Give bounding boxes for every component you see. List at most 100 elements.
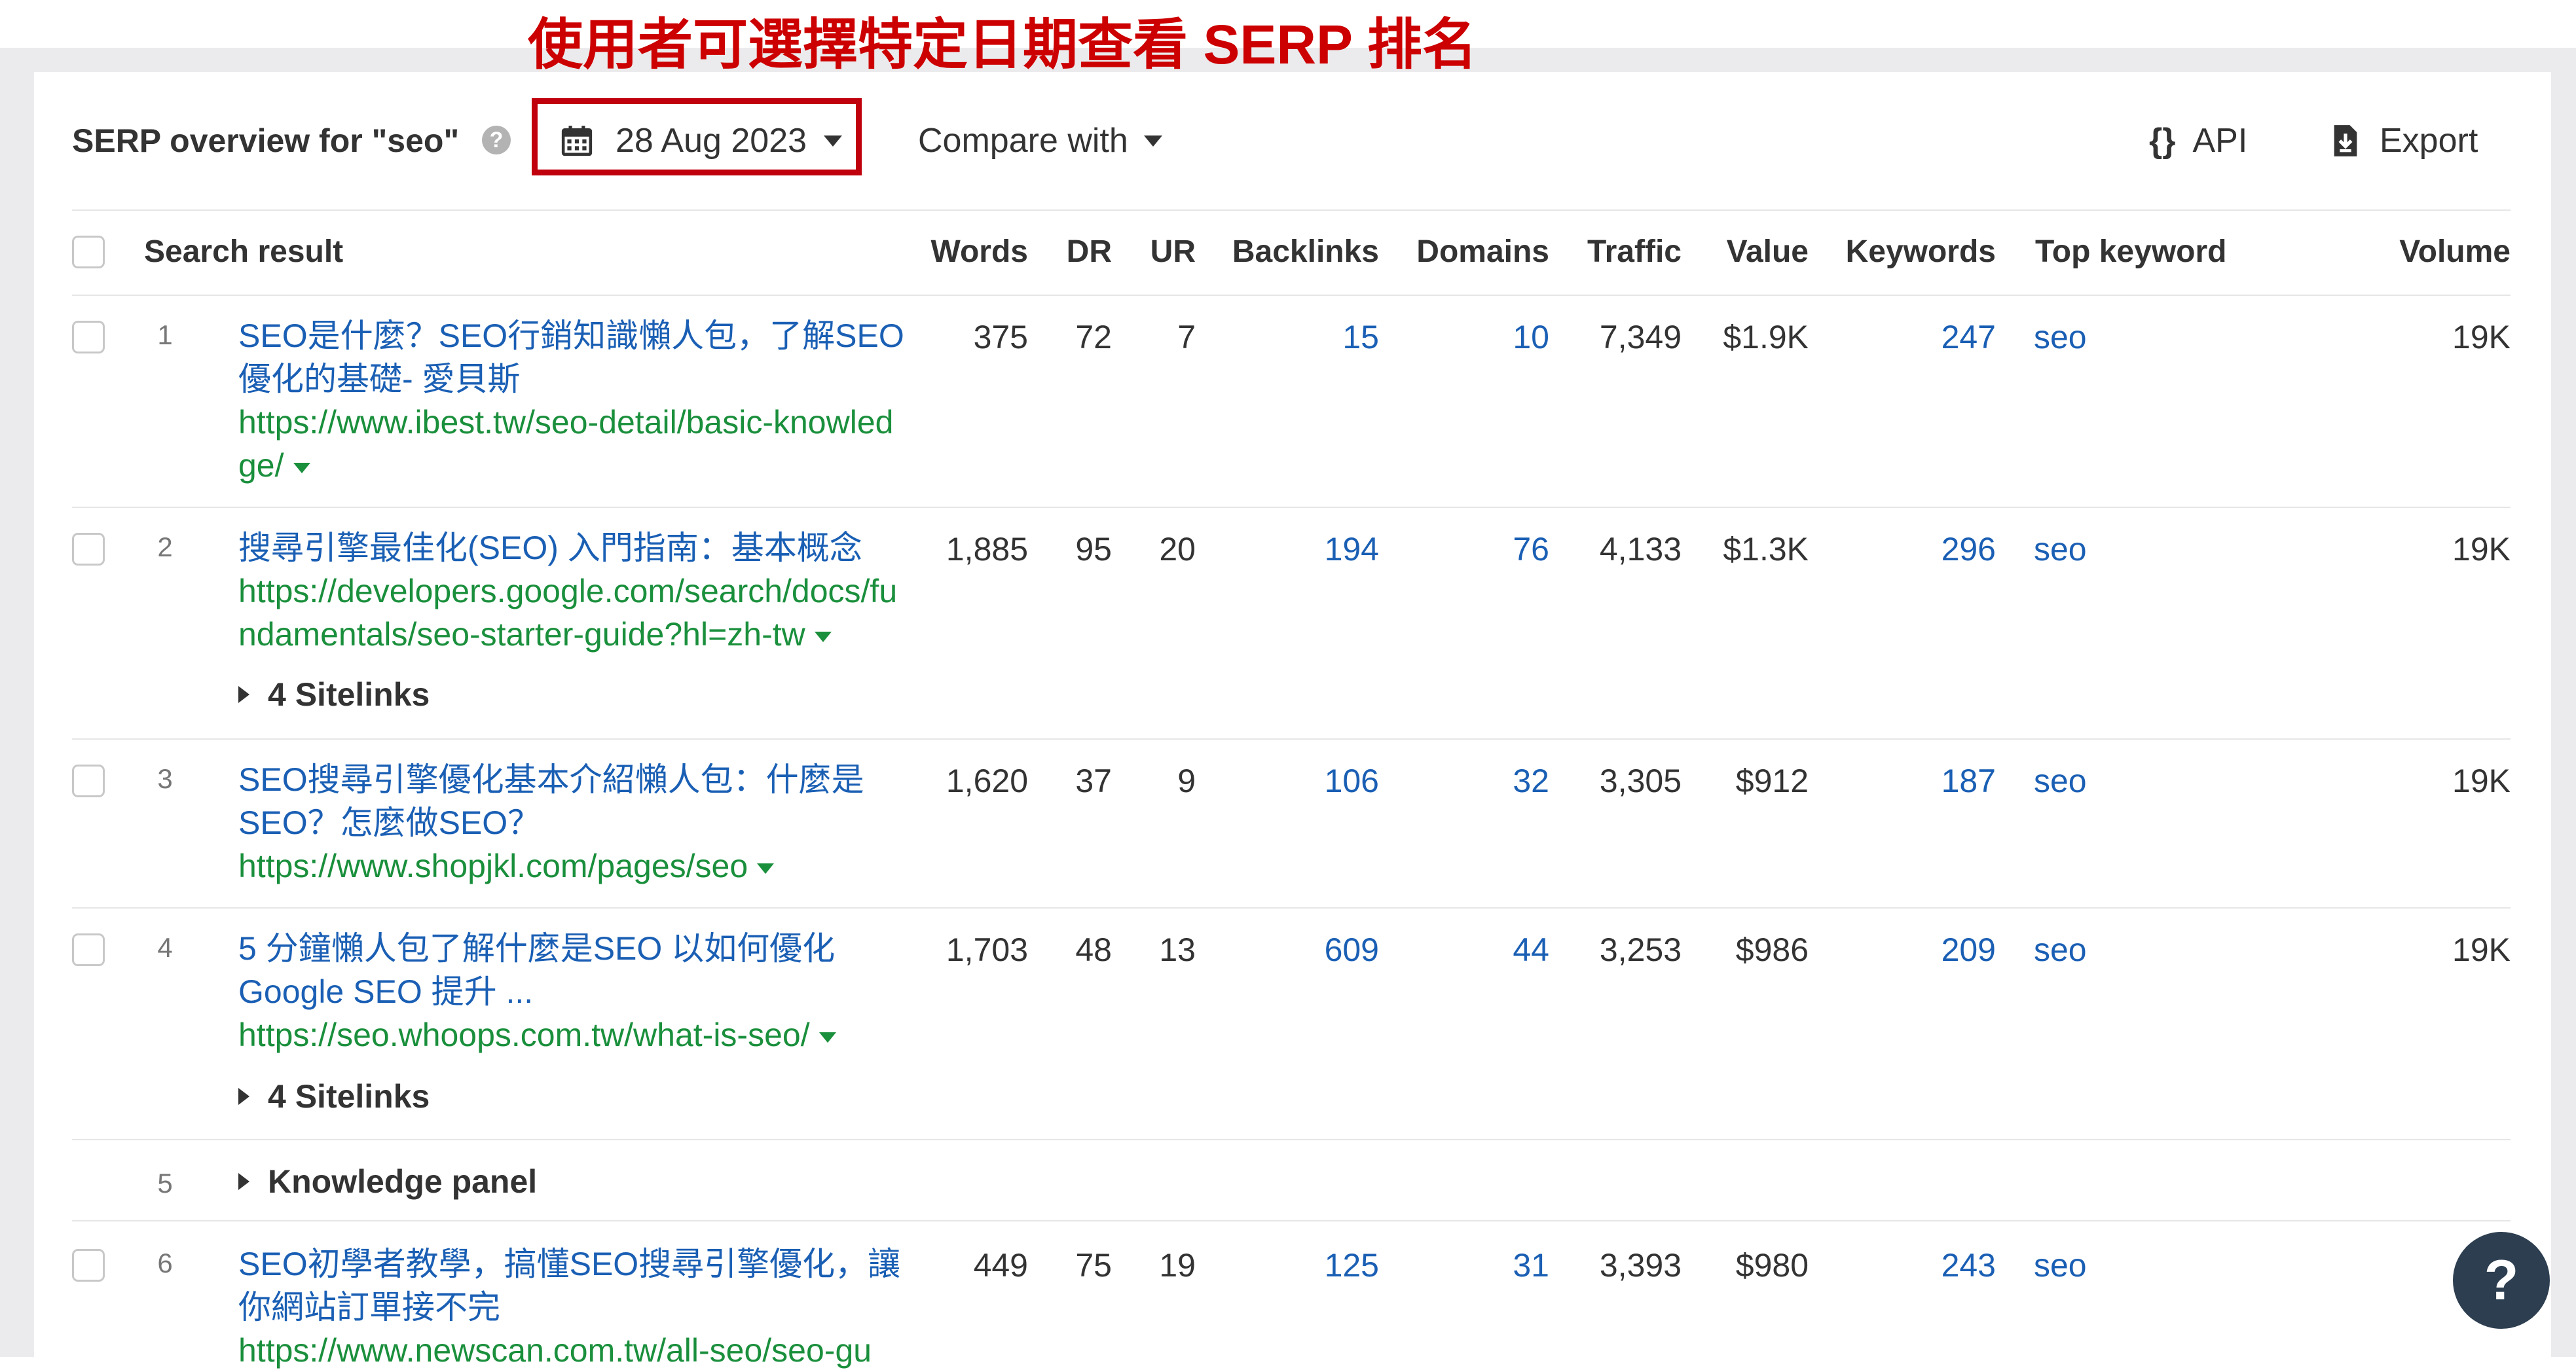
- top-keyword-link[interactable]: seo: [2034, 762, 2087, 800]
- domains-link[interactable]: 10: [1513, 318, 1549, 356]
- url-text: https://seo.whoops.com.tw/what-is-seo/: [238, 1017, 810, 1053]
- result-url-link[interactable]: https://seo.whoops.com.tw/what-is-seo/: [238, 1013, 906, 1056]
- rank-number: 2: [157, 532, 173, 562]
- divider: [72, 507, 2511, 508]
- ur-value: 13: [1159, 931, 1196, 968]
- export-button[interactable]: Export: [2331, 118, 2478, 164]
- annotation-caption: 使用者可選擇特定日期查看 SERP 排名: [528, 14, 1477, 75]
- words-value: 375: [973, 319, 1028, 355]
- row-checkbox[interactable]: [72, 1249, 105, 1282]
- result-url-link[interactable]: https://www.newscan.com.tw/all-seo/seo-g…: [238, 1329, 906, 1372]
- knowledge-panel-label: Knowledge panel: [268, 1163, 538, 1200]
- calendar-icon: [561, 126, 593, 156]
- keywords-link[interactable]: 247: [1941, 318, 1996, 356]
- triangle-right-icon: [238, 1173, 249, 1190]
- sitelinks-toggle[interactable]: 4 Sitelinks: [238, 676, 430, 713]
- top-keyword-link[interactable]: seo: [2034, 530, 2087, 568]
- column-header-keywords[interactable]: Keywords: [1846, 229, 1996, 275]
- help-chat-button[interactable]: ?: [2453, 1232, 2550, 1329]
- row-checkbox[interactable]: [72, 533, 105, 566]
- column-header-value[interactable]: Value: [1727, 229, 1809, 275]
- words-value: 1,703: [946, 931, 1028, 968]
- api-button[interactable]: {} API: [2149, 118, 2247, 164]
- top-keyword-link[interactable]: seo: [2034, 318, 2087, 356]
- top-keyword-link[interactable]: seo: [2034, 1246, 2087, 1284]
- column-header-volume[interactable]: Volume: [2399, 229, 2511, 275]
- page-title: SERP overview for "seo": [72, 122, 460, 159]
- column-header-words[interactable]: Words: [931, 229, 1028, 275]
- row-checkbox[interactable]: [72, 765, 105, 797]
- result-title-link[interactable]: 5 分鐘懶人包了解什麼是SEO 以如何優化Google SEO 提升 ...: [238, 927, 906, 1013]
- divider: [72, 1220, 2511, 1221]
- words-value: 1,885: [946, 531, 1028, 568]
- rank-number: 6: [157, 1248, 173, 1278]
- result-title-link[interactable]: SEO搜尋引擎優化基本介紹懶人包：什麼是SEO？怎麼做SEO？: [238, 758, 906, 844]
- date-picker[interactable]: 28 Aug 2023: [561, 118, 843, 164]
- value-amount: $980: [1735, 1247, 1809, 1284]
- result-url-link[interactable]: https://www.ibest.tw/seo-detail/basic-kn…: [238, 401, 906, 487]
- caret-down-icon[interactable]: [293, 462, 310, 473]
- dr-value: 37: [1075, 763, 1112, 799]
- keywords-link[interactable]: 296: [1941, 530, 1996, 568]
- domains-link[interactable]: 76: [1513, 530, 1549, 568]
- column-header-backlinks[interactable]: Backlinks: [1232, 229, 1379, 275]
- dr-value: 95: [1075, 531, 1112, 568]
- backlinks-link[interactable]: 15: [1342, 318, 1379, 356]
- divider: [72, 1139, 2511, 1140]
- backlinks-link[interactable]: 125: [1325, 1246, 1379, 1284]
- help-icon[interactable]: ?: [482, 126, 511, 154]
- knowledge-panel-toggle[interactable]: Knowledge panel: [238, 1163, 537, 1200]
- divider: [72, 295, 2511, 296]
- result-url-link[interactable]: https://developers.google.com/search/doc…: [238, 569, 906, 656]
- select-all-checkbox[interactable]: [72, 236, 105, 268]
- result-title-link[interactable]: 搜尋引擎最佳化(SEO) 入門指南：基本概念: [238, 526, 906, 569]
- api-label: API: [2192, 122, 2248, 160]
- caret-down-icon[interactable]: [757, 863, 775, 874]
- backlinks-link[interactable]: 106: [1325, 762, 1379, 800]
- row-checkbox[interactable]: [72, 933, 105, 966]
- column-header-ur[interactable]: UR: [1150, 229, 1196, 275]
- value-amount: $986: [1735, 931, 1809, 968]
- triangle-right-icon: [238, 1088, 249, 1105]
- result-title-link[interactable]: SEO初學者教學，搞懂SEO搜尋引擎優化，讓你網站訂單接不完: [238, 1242, 906, 1329]
- column-header-domains[interactable]: Domains: [1416, 229, 1549, 275]
- top-keyword-link[interactable]: seo: [2034, 931, 2087, 969]
- column-header-dr[interactable]: DR: [1067, 229, 1112, 275]
- volume-value: 19K: [2452, 763, 2511, 799]
- ur-value: 7: [1177, 319, 1196, 355]
- export-icon: [2334, 125, 2357, 156]
- chevron-down-icon: [1143, 135, 1162, 147]
- traffic-value: 4,133: [1599, 531, 1682, 568]
- compare-with-dropdown[interactable]: Compare with: [918, 118, 1162, 164]
- result-url-link[interactable]: https://www.shopjkl.com/pages/seo: [238, 844, 906, 888]
- domains-link[interactable]: 31: [1513, 1246, 1549, 1284]
- domains-link[interactable]: 32: [1513, 762, 1549, 800]
- result-title-link[interactable]: SEO是什麼？SEO行銷知識懶人包，了解SEO優化的基礎- 愛貝斯: [238, 314, 906, 401]
- sitelinks-toggle[interactable]: 4 Sitelinks: [238, 1077, 430, 1115]
- value-amount: $1.3K: [1723, 531, 1809, 568]
- keywords-link[interactable]: 209: [1941, 931, 1996, 969]
- dr-value: 72: [1075, 319, 1112, 355]
- braces-icon: {}: [2149, 122, 2176, 160]
- column-header-search-result[interactable]: Search result: [144, 229, 343, 275]
- caret-down-icon[interactable]: [819, 1032, 836, 1043]
- backlinks-link[interactable]: 194: [1325, 530, 1379, 568]
- backlinks-link[interactable]: 609: [1325, 931, 1379, 969]
- domains-link[interactable]: 44: [1513, 931, 1549, 969]
- volume-value: 19K: [2452, 319, 2511, 355]
- rank-number: 1: [157, 319, 173, 350]
- row-checkbox[interactable]: [72, 321, 105, 353]
- traffic-value: 3,393: [1599, 1247, 1682, 1284]
- keywords-link[interactable]: 243: [1941, 1246, 1996, 1284]
- words-value: 1,620: [946, 763, 1028, 799]
- date-value: 28 Aug 2023: [616, 122, 807, 160]
- volume-value: 19K: [2452, 931, 2511, 968]
- ur-value: 19: [1159, 1247, 1196, 1284]
- caret-down-icon[interactable]: [814, 631, 832, 642]
- dr-value: 75: [1075, 1247, 1112, 1284]
- column-header-traffic[interactable]: Traffic: [1587, 229, 1682, 275]
- url-text: https://www.ibest.tw/seo-detail/basic-kn…: [238, 404, 894, 484]
- column-header-top-keyword[interactable]: Top keyword: [2035, 229, 2226, 275]
- value-amount: $1.9K: [1723, 319, 1809, 355]
- keywords-link[interactable]: 187: [1941, 762, 1996, 800]
